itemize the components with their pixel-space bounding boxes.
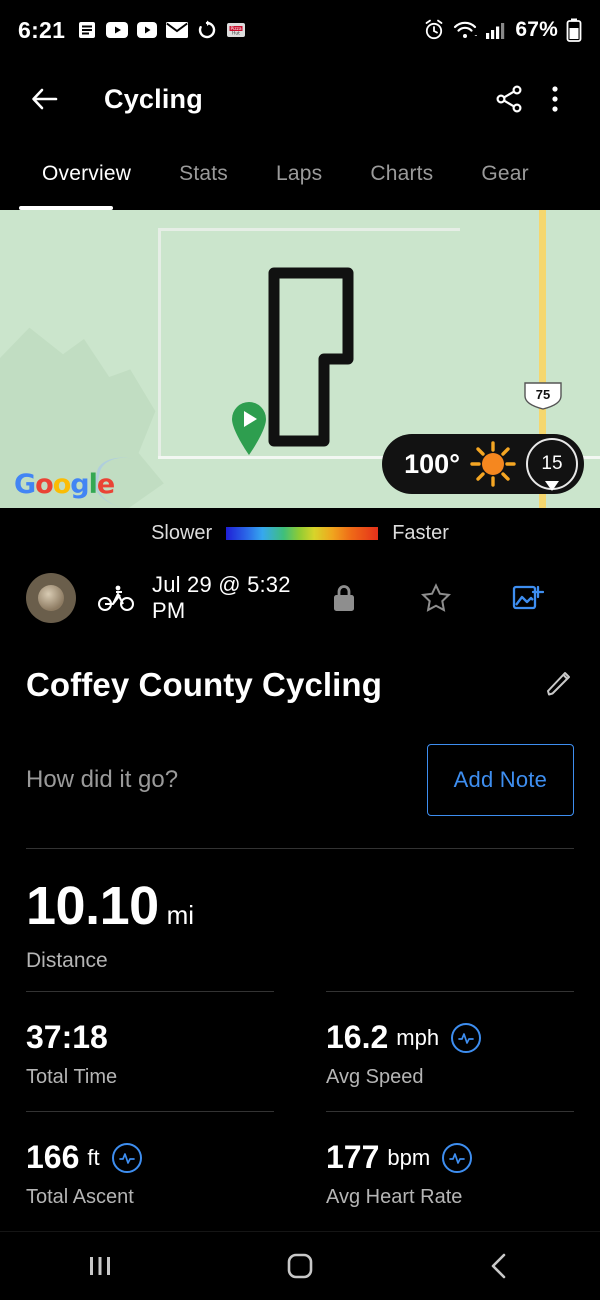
status-bar-notification-icons: Pizza Hut (77, 20, 246, 40)
system-navigation-bar (0, 1231, 600, 1300)
recents-button[interactable] (40, 1232, 160, 1300)
svg-text:+: + (474, 31, 477, 40)
back-button[interactable] (22, 76, 68, 122)
sun-icon (470, 441, 516, 487)
status-bar-clock: 6:21 (18, 16, 66, 43)
avg-speed-value: 16.2 (326, 1019, 389, 1055)
analysis-badge-icon[interactable] (451, 1022, 482, 1053)
svg-text:Hut: Hut (232, 31, 240, 37)
weather-temperature: 100° (404, 448, 460, 479)
wifi-icon: + (453, 20, 477, 40)
start-marker-icon (232, 402, 266, 455)
favorite-star-button[interactable] (390, 583, 482, 613)
total-ascent-unit: ft (87, 1144, 100, 1170)
app-bar: Cycling (0, 60, 600, 138)
youtube-icon (106, 22, 129, 38)
activity-meta-row: Jul 29 @ 5:32 PM (0, 558, 600, 638)
distance-unit: mi (166, 900, 195, 930)
cellular-signal-icon (485, 20, 507, 40)
share-button[interactable] (486, 76, 532, 122)
wind-speed-badge: 15 (526, 438, 578, 491)
total-time-value: 37:18 (26, 1019, 108, 1055)
page-title: Cycling (104, 83, 203, 114)
legend-gradient-bar (226, 526, 379, 540)
tab-bar: Overview Stats Laps Charts Gear (0, 138, 600, 210)
highway-shield-icon: 75 (524, 382, 562, 410)
legend-faster-label: Faster (392, 521, 449, 544)
map-minor-road-vertical (158, 228, 161, 458)
status-bar-system-icons: + 67% (423, 18, 582, 42)
tab-overview[interactable]: Overview (18, 162, 155, 186)
add-note-button[interactable]: Add Note (426, 744, 574, 816)
stat-total-ascent: 166 ft Total Ascent (0, 1111, 300, 1231)
pizza-hut-icon: Pizza Hut (226, 20, 246, 40)
stat-total-time: 37:18 Total Time (0, 991, 300, 1111)
alarm-icon (423, 19, 445, 41)
stat-avg-speed: 16.2 mph Avg Speed (300, 991, 600, 1111)
tab-laps[interactable]: Laps (252, 162, 346, 186)
route-polyline (268, 267, 354, 447)
tab-stats[interactable]: Stats (155, 162, 252, 186)
total-time-label: Total Time (26, 1066, 118, 1088)
distance-label: Distance (26, 949, 108, 972)
activity-meta-actions (298, 583, 574, 613)
gmail-icon (166, 22, 189, 38)
status-bar: 6:21 Pizza Hut 67% (0, 0, 600, 60)
avg-speed-label: Avg Speed (326, 1066, 424, 1088)
legend-slower-label: Slower (151, 521, 213, 544)
avg-heart-rate-unit: bpm (387, 1144, 431, 1170)
note-row: How did it go? Add Note (0, 710, 600, 816)
activity-title: Coffey County Cycling (26, 666, 382, 703)
stats-grid: 37:18 Total Time 16.2 mph Avg Speed 166 … (0, 991, 600, 1231)
privacy-lock-button[interactable] (298, 583, 390, 613)
stat-avg-heart-rate: 177 bpm Avg Heart Rate (300, 1111, 600, 1231)
wind-direction-arrow-icon (545, 481, 559, 491)
cycling-icon (98, 584, 134, 612)
distance-value: 10.10 (26, 876, 159, 936)
tab-gear[interactable]: Gear (457, 162, 553, 186)
svg-text:75: 75 (536, 387, 550, 402)
sync-icon (197, 20, 217, 40)
overflow-menu-button[interactable] (532, 76, 578, 122)
distance-stat: 10.10 mi Distance (0, 849, 600, 973)
tab-charts[interactable]: Charts (346, 162, 457, 186)
total-ascent-value: 166 (26, 1139, 80, 1175)
edit-title-button[interactable] (544, 668, 574, 703)
app-screen: 6:21 Pizza Hut 67% Cycling Overview Stat… (0, 0, 600, 1300)
route-map[interactable]: 75 Google 100° 15 (0, 210, 600, 508)
analysis-badge-icon[interactable] (442, 1142, 473, 1173)
note-placeholder-text: How did it go? (26, 766, 179, 793)
navigation-back-button[interactable] (440, 1232, 560, 1300)
analysis-badge-icon[interactable] (111, 1142, 142, 1173)
wind-speed-value: 15 (541, 453, 563, 474)
avg-heart-rate-value: 177 (326, 1139, 380, 1175)
battery-icon (566, 18, 582, 42)
battery-percent-label: 67% (515, 18, 558, 41)
add-photo-button[interactable] (482, 583, 574, 613)
avg-heart-rate-label: Avg Heart Rate (326, 1186, 463, 1208)
total-ascent-label: Total Ascent (26, 1186, 134, 1208)
user-avatar[interactable] (26, 573, 76, 623)
avg-speed-unit: mph (396, 1024, 440, 1050)
weather-badge: 100° 15 (382, 434, 584, 494)
map-minor-road-horizontal-top (158, 228, 460, 231)
home-button[interactable] (240, 1232, 360, 1300)
youtube-music-icon (137, 22, 158, 38)
email-app-icon (77, 20, 97, 40)
speed-legend: Slower Faster (0, 508, 600, 558)
activity-title-row: Coffey County Cycling (0, 638, 600, 710)
google-logo: Google (14, 469, 115, 500)
activity-datetime: Jul 29 @ 5:32 PM (152, 572, 291, 623)
